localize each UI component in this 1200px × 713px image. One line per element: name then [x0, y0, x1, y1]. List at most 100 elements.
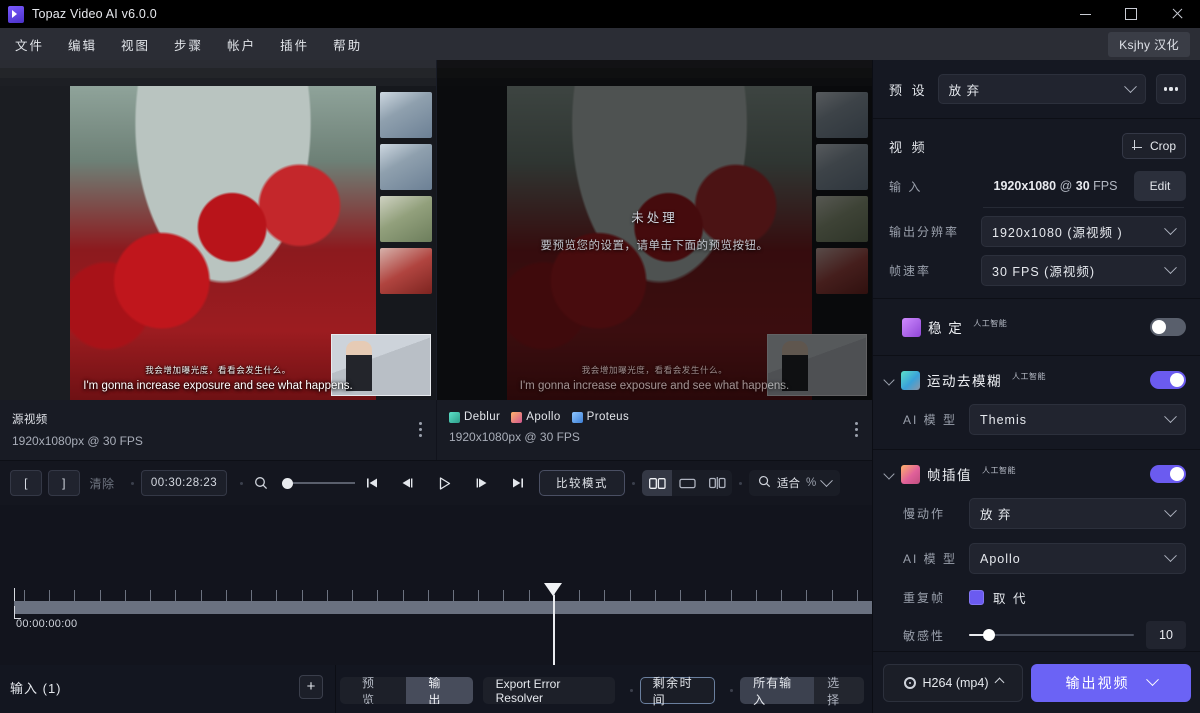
sensitivity-slider-track[interactable]	[969, 634, 1134, 636]
mark-in-button[interactable]: [	[10, 470, 42, 496]
frame-interpolation-toggle[interactable]	[1150, 465, 1186, 483]
ai-badge: 人工智能	[982, 465, 1016, 476]
timeline[interactable]: 00:00:00:00	[0, 505, 872, 665]
single-view-icon[interactable]	[672, 470, 702, 496]
motion-deblur-name: 运动去模糊	[927, 370, 1002, 390]
motion-deblur-header[interactable]: 运动去模糊 人工智能	[885, 370, 1186, 390]
input-fps-unit: FPS	[1093, 179, 1117, 193]
codec-button[interactable]: H264 (mp4)	[883, 664, 1023, 702]
timeline-clip-band[interactable]	[14, 601, 872, 614]
magnifier-icon[interactable]	[250, 470, 272, 496]
zoom-slider-track[interactable]	[293, 482, 355, 484]
divider	[983, 207, 1184, 208]
zoom-fit-control[interactable]: 适合 %	[749, 470, 840, 496]
work-area: 我会增加曝光度，看看会发生什么。 I'm gonna increase expo…	[0, 60, 872, 713]
slow-motion-label: 慢动作	[885, 505, 969, 522]
menu-item-file[interactable]: 文件	[6, 31, 53, 58]
processed-info-cell: Deblur Apollo Proteus 1920x1080px @ 30 F…	[436, 400, 872, 460]
export-error-resolver-button[interactable]: Export Error Resolver	[483, 677, 615, 704]
export-panel: 预览 输出 Export Error Resolver 剩余时间 所有输入 选择…	[336, 665, 872, 713]
timeline-tick	[655, 590, 656, 601]
inputs-panel: 输入 (1) + FUJICOLOR ORIGINAL FOR CAPTURE …	[0, 665, 336, 713]
menu-item-plugins[interactable]: 插件	[271, 31, 318, 58]
preview-pane-original[interactable]: 我会增加曝光度，看看会发生什么。 I'm gonna increase expo…	[0, 60, 436, 400]
input-fps: 30	[1076, 179, 1090, 193]
crop-button[interactable]: Crop	[1122, 133, 1186, 159]
timeline-tick	[327, 590, 328, 601]
edit-input-button[interactable]: Edit	[1134, 171, 1186, 201]
chevron-down-icon[interactable]	[1146, 673, 1159, 686]
model-name: Apollo	[526, 411, 560, 423]
close-button[interactable]	[1154, 0, 1200, 28]
model-chip-list: Deblur Apollo Proteus	[449, 411, 872, 423]
source-info-cell: 源视频 1920x1080px @ 30 FPS	[0, 400, 436, 460]
frame-interpolation-model-select[interactable]: Apollo	[969, 543, 1186, 574]
tab-preview[interactable]: 预览	[340, 677, 406, 704]
timeline-tick	[630, 590, 631, 601]
duplicate-frames-label: 重复帧	[885, 589, 969, 606]
processed-video-frame	[437, 60, 872, 400]
framerate-select[interactable]: 30 FPS (源视频)	[981, 255, 1186, 286]
timeline-tick	[806, 590, 807, 601]
chevron-expand-icon[interactable]	[883, 468, 894, 479]
timeline-tick	[428, 590, 429, 601]
skip-to-start-icon[interactable]	[359, 470, 385, 496]
kebab-menu-icon[interactable]	[419, 422, 422, 437]
timeline-tick	[49, 590, 50, 601]
play-button[interactable]	[427, 470, 461, 496]
menu-item-edit[interactable]: 编辑	[59, 31, 106, 58]
original-video-frame	[0, 60, 436, 400]
select-button[interactable]: 选择	[814, 677, 864, 704]
kebab-menu-icon[interactable]	[855, 422, 858, 437]
add-input-icon[interactable]: +	[299, 675, 323, 699]
sensitivity-slider-knob[interactable]	[983, 629, 995, 641]
side-by-side-view-icon[interactable]	[702, 470, 732, 496]
menu-item-help[interactable]: 帮助	[324, 31, 371, 58]
skip-to-end-icon[interactable]	[503, 470, 533, 496]
zoom-slider-knob[interactable]	[282, 478, 293, 489]
preview-pane-processed[interactable]: 未处理 要预览您的设置，请单击下面的预览按钮。 我会增加曝光度，看看会发生什么。…	[436, 60, 872, 400]
timecode-field[interactable]: 00:30:28:23	[141, 470, 227, 496]
export-video-button[interactable]: 输出视频	[1031, 664, 1191, 702]
clear-marks-button[interactable]: 清除	[86, 470, 118, 496]
remaining-time-button[interactable]: 剩余时间	[640, 677, 716, 704]
timeline-zoom-slider[interactable]	[282, 478, 355, 489]
zoom-icon	[758, 475, 771, 491]
preset-select[interactable]: 放 弃	[938, 74, 1146, 104]
slow-motion-select[interactable]: 放 弃	[969, 498, 1186, 529]
split-view-icon[interactable]	[642, 470, 672, 496]
deblur-model-icon	[449, 412, 460, 423]
maximize-button[interactable]	[1108, 0, 1154, 28]
more-options-icon[interactable]	[1156, 74, 1186, 104]
processed-subtitle-english: I'm gonna increase exposure and see what…	[437, 380, 872, 392]
frame-interpolation-header[interactable]: 帧插值 人工智能	[885, 464, 1186, 484]
stabilize-toggle[interactable]	[1150, 318, 1186, 336]
stabilize-header[interactable]: 稳 定 人工智能	[885, 317, 1186, 337]
separator-dot	[131, 482, 134, 485]
all-inputs-button[interactable]: 所有输入	[740, 677, 814, 704]
duplicate-frames-checkbox[interactable]	[969, 590, 984, 605]
chevron-down-icon	[1164, 410, 1177, 423]
timeline-tick	[226, 590, 227, 601]
menu-item-account[interactable]: 帐户	[218, 31, 265, 58]
output-resolution-row: 输出分辨率 1920x1080 (源视频 )	[873, 212, 1200, 251]
tab-export[interactable]: 输出	[406, 677, 472, 704]
settings-panel: 预 设 放 弃 视 频 Crop 输 入 1920x1080 @	[872, 60, 1200, 713]
minimize-button[interactable]	[1062, 0, 1108, 28]
previous-frame-icon[interactable]	[391, 470, 421, 496]
duplicate-frames-option[interactable]: 取 代	[969, 588, 1027, 607]
menu-item-view[interactable]: 视图	[112, 31, 159, 58]
mark-out-button[interactable]: ]	[48, 470, 80, 496]
user-chip[interactable]: Ksjhy 汉化	[1108, 32, 1190, 57]
sensitivity-slider[interactable]: 10	[969, 621, 1186, 649]
crop-label: Crop	[1150, 139, 1176, 153]
timeline-tick	[74, 590, 75, 601]
chevron-expand-icon[interactable]	[883, 374, 894, 385]
sensitivity-value[interactable]: 10	[1146, 621, 1186, 649]
motion-deblur-model-select[interactable]: Themis	[969, 404, 1186, 435]
compare-mode-button[interactable]: 比较模式	[539, 470, 625, 496]
output-resolution-select[interactable]: 1920x1080 (源视频 )	[981, 216, 1186, 247]
motion-deblur-toggle[interactable]	[1150, 371, 1186, 389]
menu-item-steps[interactable]: 步骤	[165, 31, 212, 58]
next-frame-icon[interactable]	[467, 470, 497, 496]
